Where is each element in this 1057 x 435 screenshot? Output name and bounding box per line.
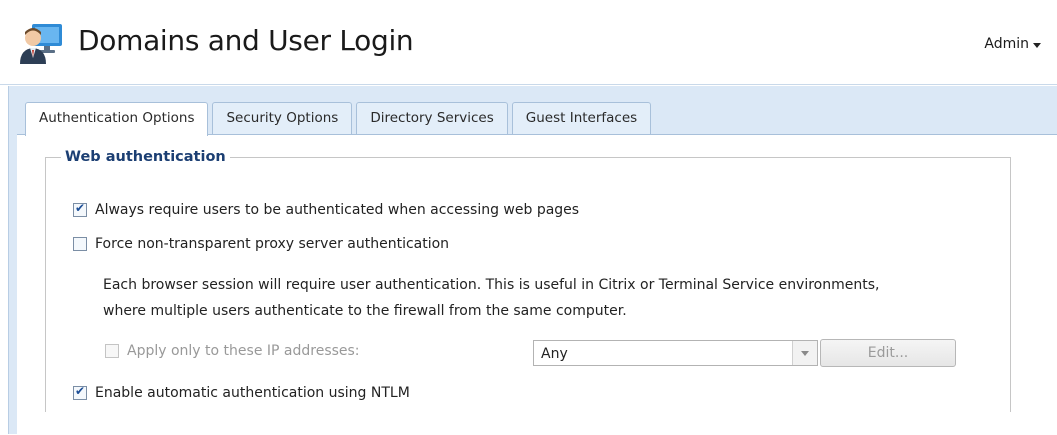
edit-button[interactable]: Edit... [820, 339, 956, 367]
force-proxy-row[interactable]: Force non-transparent proxy server authe… [73, 236, 449, 252]
user-menu[interactable]: Admin [984, 36, 1041, 52]
user-menu-label: Admin [984, 36, 1029, 52]
ntlm-label: Enable automatic authentication using NT… [95, 385, 410, 401]
ntlm-row[interactable]: Enable automatic authentication using NT… [73, 384, 410, 401]
user-monitor-icon [20, 24, 62, 64]
tab-bar: Authentication Options Security Options … [25, 102, 655, 136]
tab-authentication-options[interactable]: Authentication Options [25, 102, 209, 136]
dropdown-arrow-icon [792, 341, 817, 365]
tab-security-options[interactable]: Security Options [212, 102, 353, 134]
force-proxy-description: Each browser session will require user a… [103, 272, 1003, 324]
apply-ip-row[interactable]: Apply only to these IP addresses: [105, 343, 360, 359]
description-line-2: where multiple users authenticate to the… [103, 303, 627, 319]
always-require-label: Always require users to be authenticated… [95, 202, 580, 218]
apply-ip-checkbox[interactable] [105, 344, 119, 358]
tab-directory-services[interactable]: Directory Services [356, 102, 508, 134]
force-proxy-label: Force non-transparent proxy server authe… [95, 236, 450, 252]
header: Domains and User Login Admin [0, 0, 1057, 85]
always-require-checkbox[interactable] [73, 201, 87, 217]
ip-select-value: Any [541, 346, 568, 362]
apply-ip-label: Apply only to these IP addresses: [127, 343, 360, 359]
main-content: Authentication Options Security Options … [8, 86, 1057, 435]
description-line-1: Each browser session will require user a… [103, 277, 880, 293]
tab-panel: Web authentication Always require users … [17, 134, 1057, 435]
ip-address-select[interactable]: Any [533, 340, 818, 366]
tab-guest-interfaces[interactable]: Guest Interfaces [511, 102, 652, 134]
always-require-row[interactable]: Always require users to be authenticated… [73, 201, 580, 218]
ntlm-checkbox[interactable] [73, 384, 87, 400]
force-proxy-checkbox[interactable] [73, 237, 87, 251]
page-title: Domains and User Login [78, 24, 414, 57]
group-legend: Web authentication [65, 149, 226, 165]
chevron-down-icon [1033, 42, 1041, 48]
